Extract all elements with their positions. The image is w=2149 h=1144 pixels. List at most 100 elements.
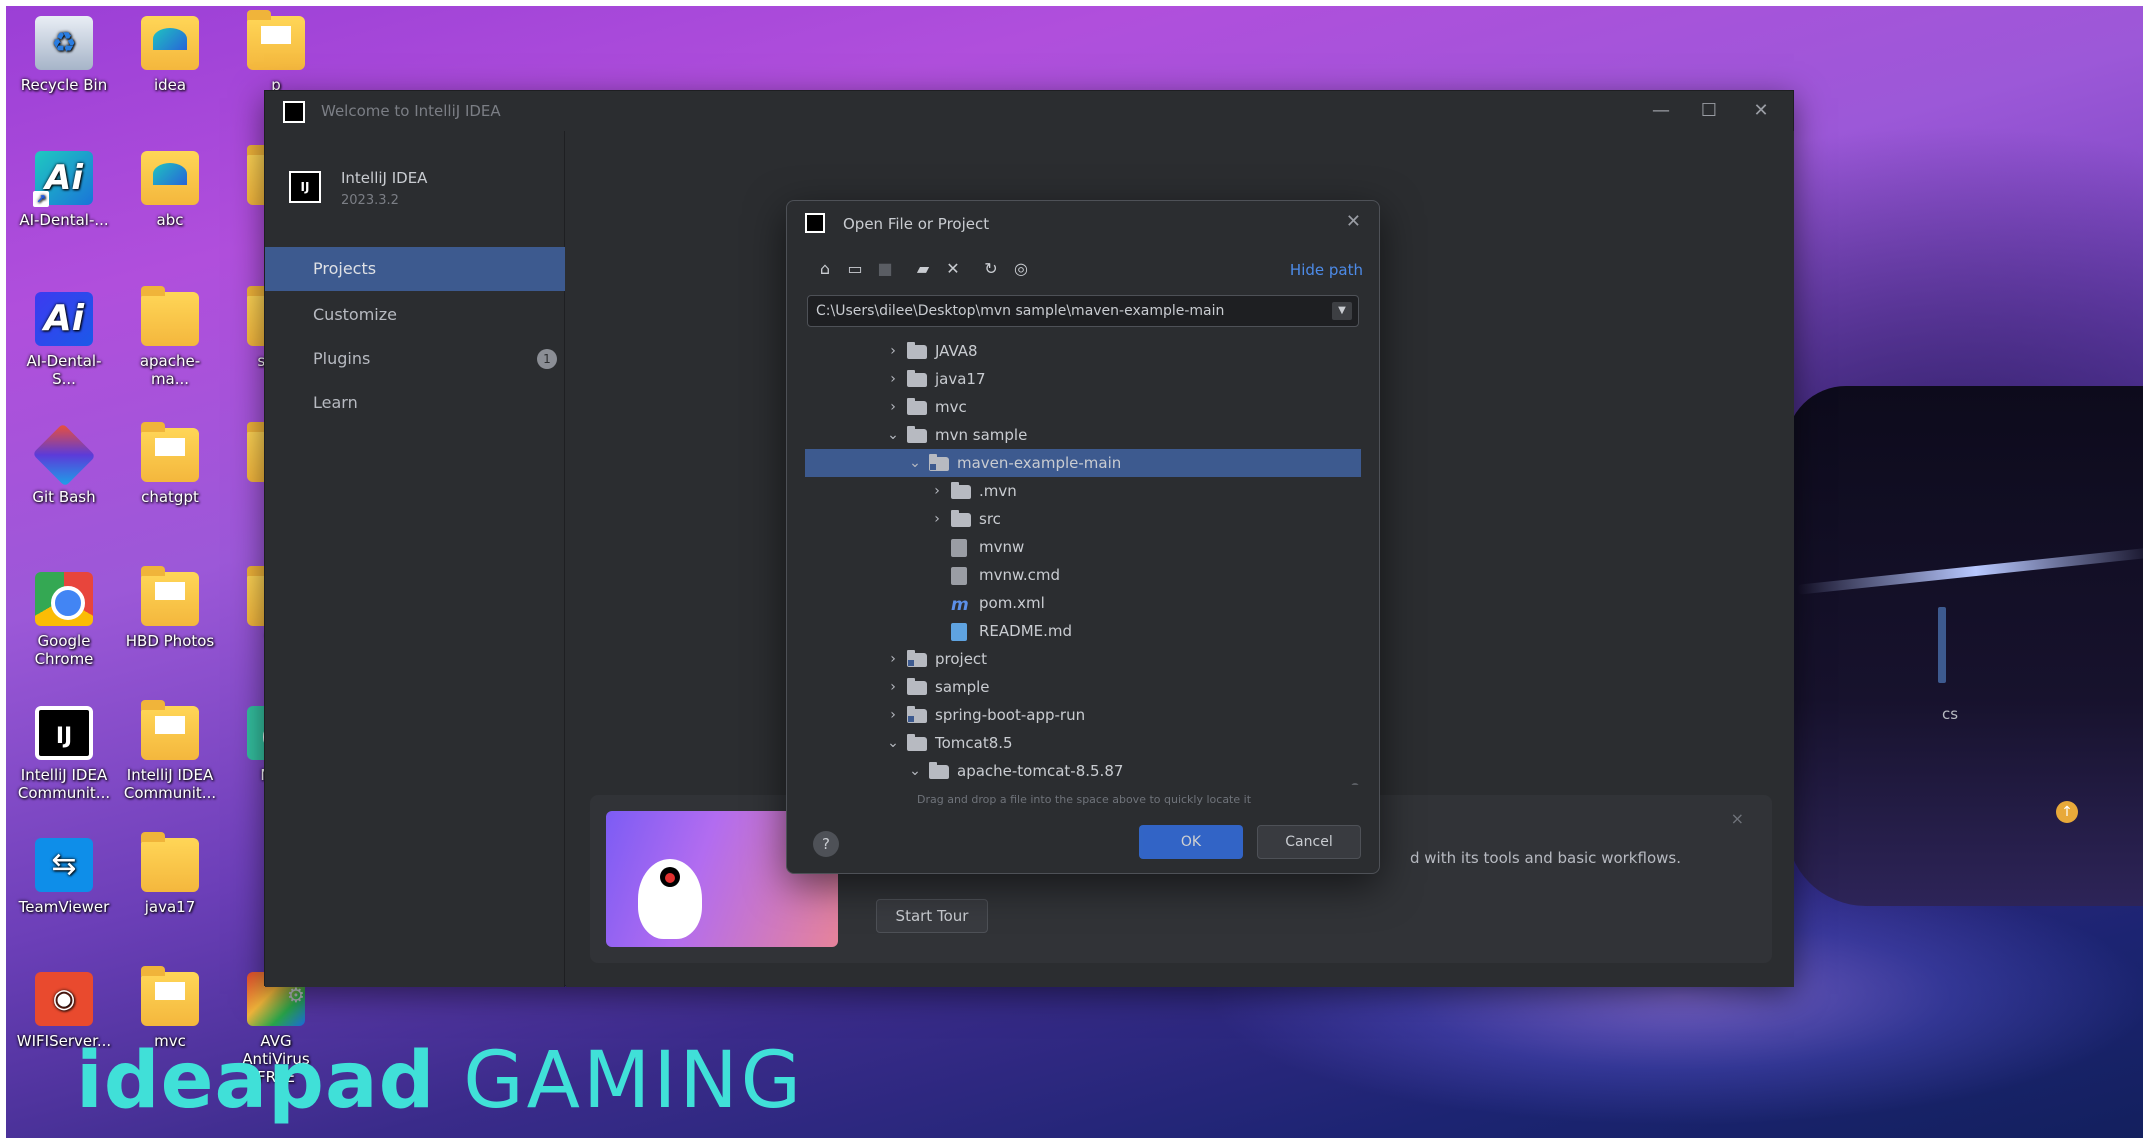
tree-row[interactable]: ⌄ mvn sample: [805, 421, 1361, 449]
nav-item-label: Customize: [313, 305, 397, 324]
tree-row[interactable]: mvnw.cmd: [805, 561, 1361, 589]
collapse-chevron-icon[interactable]: ⌄: [907, 757, 923, 785]
desktop-icon-label: Git Bash: [32, 488, 96, 506]
ok-button[interactable]: OK: [1139, 825, 1243, 859]
home-icon[interactable]: ⌂: [813, 257, 837, 281]
start-tour-button[interactable]: Start Tour: [876, 899, 988, 933]
app-version: 2023.3.2: [341, 193, 399, 208]
expand-chevron-icon[interactable]: ›: [885, 337, 901, 365]
path-history-dropdown-icon[interactable]: ▼: [1332, 302, 1352, 320]
chrome-icon: [35, 572, 93, 626]
tree-row[interactable]: README.md: [805, 617, 1361, 645]
teamviewer-icon: ⇆: [35, 838, 93, 892]
desktop-icon-apache-maven-folder[interactable]: apache-ma...: [122, 286, 218, 388]
desktop-icon-ai-dental-s[interactable]: Ai AI-Dental-S...: [16, 292, 112, 388]
tree-row[interactable]: › src: [805, 505, 1361, 533]
project-folder-icon[interactable]: ■: [873, 257, 897, 281]
desktop-icon-label: TeamViewer: [18, 898, 110, 916]
tree-row[interactable]: › sample: [805, 673, 1361, 701]
desktop-icon-teamviewer[interactable]: ⇆ TeamViewer: [16, 838, 112, 916]
desktop-icon-hbd-photos-folder[interactable]: HBD Photos: [122, 566, 218, 650]
drag-drop-hint: Drag and drop a file into the space abov…: [916, 793, 1252, 806]
tree-row[interactable]: › spring-boot-app-run: [805, 701, 1361, 729]
settings-gear-icon[interactable]: ⚙: [287, 983, 305, 1007]
collapse-chevron-icon[interactable]: ⌄: [885, 421, 901, 449]
expand-chevron-icon[interactable]: ›: [929, 505, 945, 533]
tour-close-icon[interactable]: ×: [1731, 809, 1744, 828]
folder-icon: [141, 566, 199, 626]
tree-row[interactable]: › mvc: [805, 393, 1361, 421]
tree-row[interactable]: › java17: [805, 365, 1361, 393]
tree-row[interactable]: m pom.xml: [805, 589, 1361, 617]
expand-chevron-icon[interactable]: ›: [885, 701, 901, 729]
cancel-button[interactable]: Cancel: [1257, 825, 1361, 859]
nav-item-learn[interactable]: Learn: [265, 381, 565, 425]
show-hidden-icon[interactable]: ◎: [1009, 257, 1033, 281]
desktop-icon-git-bash[interactable]: Git Bash: [16, 423, 112, 506]
dialog-title: Open File or Project: [843, 215, 990, 233]
file-tree[interactable]: › JAVA8 › java17 › mvc ⌄ mvn sample ⌄ maven-examp…: [805, 337, 1361, 785]
nav-item-label: Projects: [313, 259, 377, 278]
folder-icon: [141, 151, 199, 205]
desktop-icon-label: idea: [153, 76, 187, 94]
tree-row-label: mvnw: [979, 538, 1025, 556]
tree-row[interactable]: › JAVA8: [805, 337, 1361, 365]
expand-chevron-icon[interactable]: ›: [929, 477, 945, 505]
close-window-button[interactable]: ✕: [1741, 99, 1781, 123]
tree-row[interactable]: mvnw: [805, 533, 1361, 561]
expand-chevron-icon[interactable]: ›: [885, 365, 901, 393]
tree-row[interactable]: › project: [805, 645, 1361, 673]
desktop-icon-java17-folder[interactable]: java17: [122, 832, 218, 916]
folder-icon: [907, 734, 927, 751]
tree-row-label: sample: [935, 678, 990, 696]
tree-row-label: java17: [935, 370, 986, 388]
path-field[interactable]: ▼: [807, 295, 1359, 327]
nav-item-projects[interactable]: Projects: [265, 247, 565, 291]
tree-scrollbar[interactable]: [1351, 783, 1359, 785]
tree-row-label: mvnw.cmd: [979, 566, 1061, 584]
folder-icon: [141, 286, 199, 346]
git-bash-icon: [32, 423, 96, 487]
ideapad-gaming-logo: ideapad GAMING: [76, 1036, 805, 1126]
nav-item-plugins[interactable]: Plugins 1: [265, 337, 565, 381]
minimize-button[interactable]: —: [1641, 99, 1681, 123]
new-folder-icon[interactable]: ▰: [911, 257, 935, 281]
folder-icon: [247, 10, 305, 70]
folder-icon: [951, 510, 971, 527]
maximize-button[interactable]: ☐: [1689, 99, 1729, 123]
window-titlebar[interactable]: Welcome to IntelliJ IDEA — ☐ ✕: [265, 91, 1793, 131]
path-input[interactable]: [816, 301, 1326, 321]
expand-chevron-icon[interactable]: ›: [885, 393, 901, 421]
desktop-icon-ai-dental[interactable]: Ai ↗ AI-Dental-...: [16, 151, 112, 229]
dialog-close-button[interactable]: ✕: [1346, 211, 1361, 232]
tree-row[interactable]: ⌄ Tomcat8.5: [805, 729, 1361, 757]
desktop-icon-abc-folder[interactable]: abc: [122, 151, 218, 229]
tree-row[interactable]: › .mvn: [805, 477, 1361, 505]
collapse-chevron-icon[interactable]: ⌄: [907, 449, 923, 477]
desktop-icon-google-chrome[interactable]: Google Chrome: [16, 572, 112, 668]
desktop-icon-chatgpt-folder[interactable]: chatgpt: [122, 422, 218, 506]
tree-row[interactable]: ⌄ maven-example-main: [805, 449, 1361, 477]
folder-icon: [929, 762, 949, 779]
tree-row[interactable]: ⌄ apache-tomcat-8.5.87: [805, 757, 1361, 785]
desktop-icon-label: IntelliJ IDEA Communit...: [17, 766, 111, 802]
desktop-icon-p-folder[interactable]: p: [228, 10, 324, 94]
expand-chevron-icon[interactable]: ›: [885, 673, 901, 701]
expand-chevron-icon[interactable]: ›: [885, 645, 901, 673]
refresh-icon[interactable]: ↻: [979, 257, 1003, 281]
desktop-icon-label: IntelliJ IDEA Communit...: [123, 766, 217, 802]
collapse-chevron-icon[interactable]: ⌄: [885, 729, 901, 757]
help-button[interactable]: ?: [813, 831, 839, 857]
hide-path-link[interactable]: Hide path: [1290, 261, 1363, 279]
intellij-app-icon: [283, 101, 305, 123]
desktop-icon[interactable]: ▭: [843, 257, 867, 281]
desktop-icon-intellij-2[interactable]: IntelliJ IDEA Communit...: [122, 700, 218, 802]
delete-icon[interactable]: ✕: [941, 257, 965, 281]
tree-row-label: README.md: [979, 622, 1073, 640]
desktop-icon-recycle-bin[interactable]: ♻ Recycle Bin: [16, 16, 112, 94]
update-notification-icon[interactable]: ↑: [2056, 801, 2078, 823]
desktop-icon-intellij-1[interactable]: IJ IntelliJ IDEA Communit...: [16, 706, 112, 802]
nav-item-customize[interactable]: Customize: [265, 293, 565, 337]
desktop-icon-idea-folder[interactable]: idea: [122, 16, 218, 94]
markdown-file-icon: [951, 623, 967, 641]
